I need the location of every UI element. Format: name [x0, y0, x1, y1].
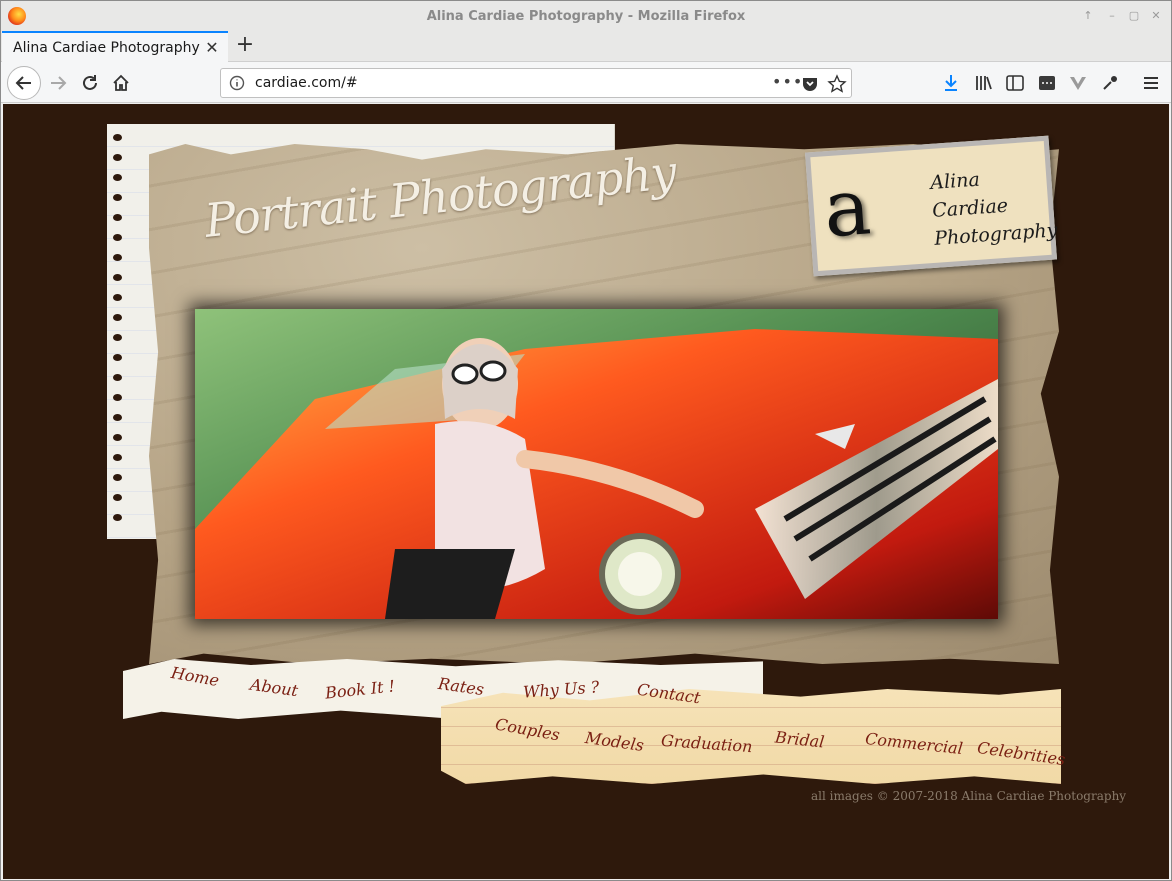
browser-window: Alina Cardiae Photography - Mozilla Fire… — [0, 0, 1172, 881]
downloads-icon[interactable] — [940, 72, 962, 94]
forward-arrow-icon — [51, 76, 67, 90]
maximize-icon[interactable]: ▢ — [1127, 9, 1141, 23]
page-actions-icon[interactable]: ••• — [772, 72, 803, 91]
logo-mark: a — [820, 162, 874, 256]
home-button[interactable] — [108, 70, 134, 96]
eyedropper-icon[interactable] — [1099, 72, 1121, 94]
logo-card[interactable]: a Alina Cardiae Photography — [804, 135, 1058, 277]
firefox-logo-icon — [8, 7, 26, 25]
title-bar: Alina Cardiae Photography - Mozilla Fire… — [1, 1, 1171, 31]
back-button[interactable] — [7, 66, 41, 100]
hero-photo — [195, 309, 998, 619]
hero-photo-illustration — [195, 309, 998, 619]
vpn-extension-icon[interactable] — [1067, 72, 1089, 94]
web-content: Portrait Photography a Alina Cardiae Pho… — [3, 104, 1169, 879]
minimize-icon[interactable]: – — [1105, 9, 1119, 23]
navigation-toolbar: cardiae.com/# ••• — [1, 62, 1171, 103]
reload-icon — [83, 75, 97, 90]
tab-label: Alina Cardiae Photography — [13, 39, 200, 56]
extension-dark-icon[interactable] — [1036, 72, 1058, 94]
forward-button[interactable] — [45, 70, 71, 96]
library-icon[interactable] — [973, 72, 995, 94]
sidebar-icon[interactable] — [1004, 72, 1026, 94]
back-arrow-icon — [15, 76, 31, 90]
url-text[interactable]: cardiae.com/# — [255, 75, 358, 91]
info-icon[interactable] — [229, 75, 245, 91]
home-icon — [113, 74, 129, 91]
tab-bar: Alina Cardiae Photography ✕ + — [1, 31, 1171, 62]
window-title: Alina Cardiae Photography - Mozilla Fire… — [426, 8, 746, 24]
menu-icon[interactable] — [1140, 72, 1162, 94]
logo-text: Alina Cardiae Photography — [929, 160, 1058, 252]
bookmark-star-icon[interactable] — [827, 74, 847, 94]
url-bar[interactable]: cardiae.com/# ••• — [220, 68, 852, 98]
reload-button[interactable] — [77, 70, 103, 96]
window-up-icon[interactable]: ↑ — [1081, 9, 1095, 23]
tab-active[interactable]: Alina Cardiae Photography ✕ — [2, 31, 228, 62]
close-window-icon[interactable]: ✕ — [1149, 9, 1163, 23]
pocket-icon[interactable] — [801, 75, 819, 93]
tab-close-icon[interactable]: ✕ — [202, 38, 222, 57]
copyright-text: all images © 2007-2018 Alina Cardiae Pho… — [811, 789, 1127, 803]
new-tab-button[interactable]: + — [233, 34, 257, 58]
